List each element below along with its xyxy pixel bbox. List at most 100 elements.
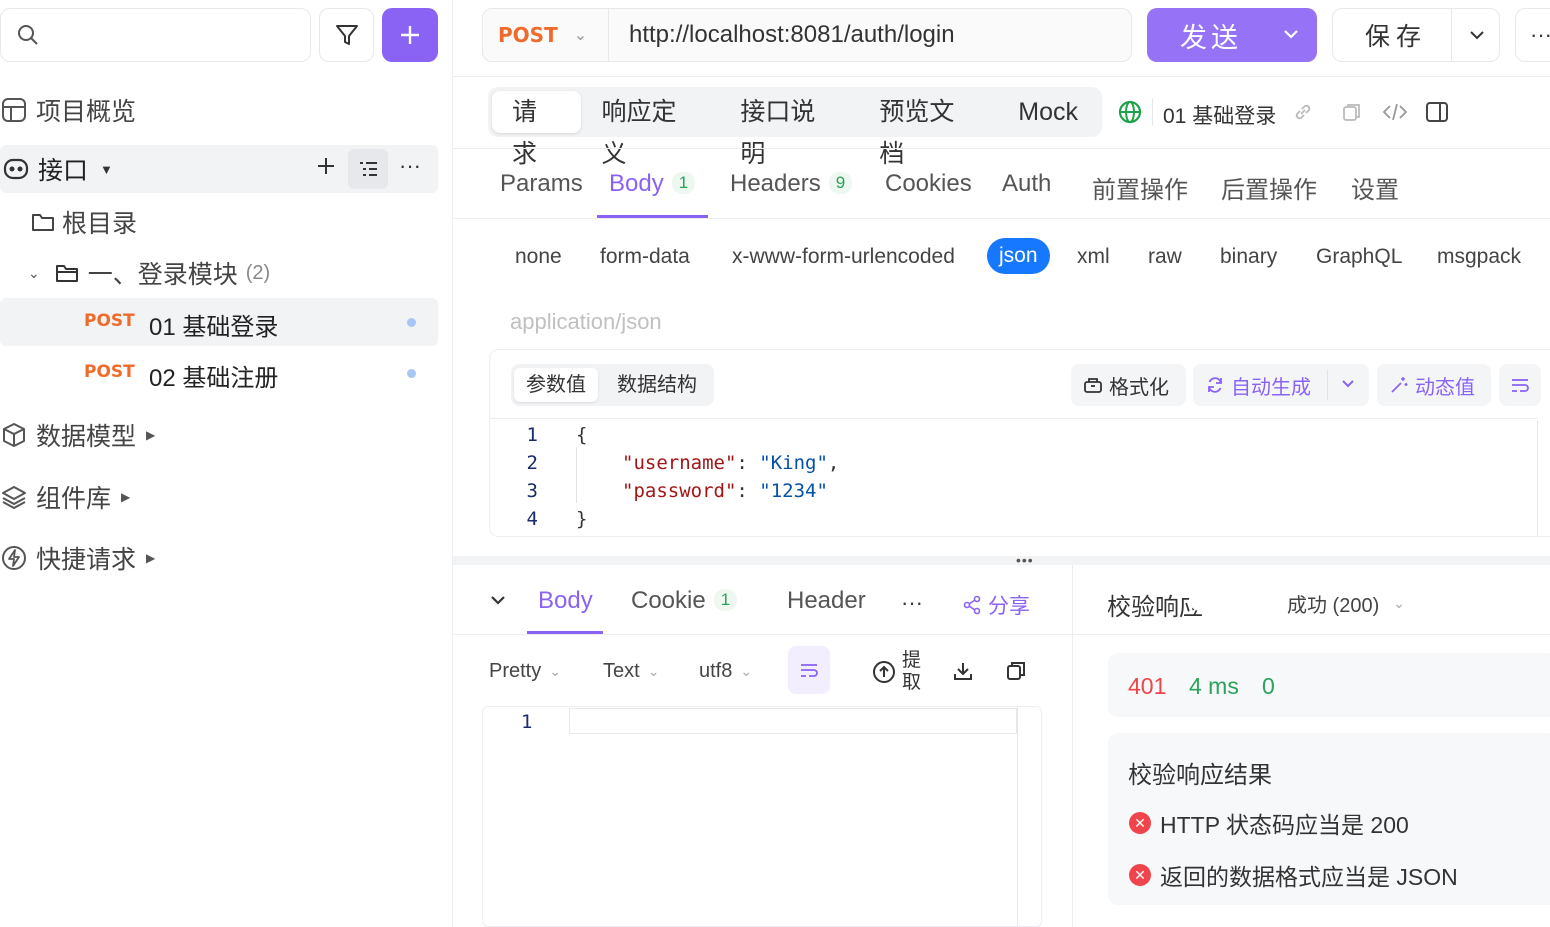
upload-circle-icon (872, 660, 896, 684)
copy-icon[interactable] (1341, 101, 1363, 123)
response-body-editor[interactable]: 1 (482, 706, 1042, 927)
body-type-xml[interactable]: xml (1077, 245, 1110, 269)
autogen-button[interactable]: 自动生成 (1193, 364, 1369, 406)
add-button[interactable] (382, 8, 438, 62)
nav-components[interactable]: 组件库 ▶ (0, 477, 130, 517)
drag-handle-icon[interactable]: ••• (1016, 552, 1034, 568)
tree-folder-label: 一、登录模块 (87, 261, 238, 289)
body-type-raw[interactable]: raw (1148, 245, 1182, 269)
tab-headers-count: 9 (828, 172, 853, 194)
pretty-label: Pretty (489, 660, 542, 682)
pretty-select[interactable]: Pretty ⌄ (489, 660, 561, 683)
code-icon[interactable] (1382, 101, 1408, 123)
chevron-down-icon: ⌄ (549, 663, 561, 679)
seg-values[interactable]: 参数值 (514, 368, 598, 402)
line-number: 1 (526, 424, 538, 446)
body-type-graphql[interactable]: GraphQL (1316, 245, 1402, 269)
share-button[interactable]: 分享 (962, 590, 1030, 620)
body-type-binary[interactable]: binary (1220, 245, 1277, 269)
tab-settings[interactable]: 设置 (1351, 170, 1399, 205)
download-icon[interactable] (952, 660, 974, 682)
text-select[interactable]: Text ⌄ (603, 660, 659, 683)
tab-cookies[interactable]: Cookies (885, 170, 972, 198)
save-button[interactable]: 保存 (1332, 8, 1500, 62)
endpoint-item[interactable]: POST 02 基础注册 (0, 349, 438, 397)
editor-scrollbar[interactable] (1017, 707, 1018, 926)
tree-list-icon[interactable] (348, 149, 388, 189)
error-icon: ✕ (1129, 812, 1151, 834)
chevron-down-icon[interactable] (1338, 374, 1358, 394)
resp-tab-cookie-label: Cookie (631, 587, 706, 614)
divider (453, 218, 1550, 219)
filter-button[interactable] (319, 8, 374, 62)
editor-scrollbar[interactable] (1537, 420, 1538, 536)
send-button[interactable]: 发送 (1147, 8, 1317, 62)
wrap-button[interactable] (1499, 364, 1541, 406)
extract-button[interactable]: 提取 (872, 650, 922, 694)
tab-headers[interactable]: Headers 9 (730, 170, 853, 198)
share-icon (962, 595, 982, 615)
overview-icon (0, 96, 28, 124)
resp-tab-cookie[interactable]: Cookie 1 (631, 587, 738, 615)
tab-mock[interactable]: Mock (998, 91, 1098, 133)
status-select[interactable]: 成功 (200) ⌄ (1287, 589, 1405, 618)
body-type-json[interactable]: json (987, 238, 1050, 274)
body-type-none[interactable]: none (515, 245, 562, 269)
tab-post-ops[interactable]: 后置操作 (1221, 170, 1317, 205)
divider (453, 634, 1072, 635)
nav-quick-requests[interactable]: 快捷请求 ▶ (0, 538, 155, 578)
dynamic-value-button[interactable]: 动态值 (1377, 364, 1491, 406)
tab-response-def[interactable]: 响应定义 (581, 91, 720, 168)
caret-right-icon: ▶ (146, 551, 156, 565)
nav-interfaces-label: 接口 (38, 157, 89, 185)
nav-quick-requests-label: 快捷请求 (36, 546, 137, 574)
tab-request[interactable]: 请求 (492, 91, 582, 168)
response-time: 4 ms (1189, 673, 1239, 699)
tab-body[interactable]: Body 1 (609, 170, 696, 198)
json-tail: , (827, 452, 840, 474)
nav-interfaces[interactable]: 接口 ▼ ··· (0, 145, 438, 193)
sidebar: 项目概览 接口 ▼ ··· 根目录 ⌄ 一、登录模块 (2) POST 01 基… (0, 0, 453, 927)
collapse-chevron-icon[interactable] (488, 590, 508, 610)
resp-tab-body[interactable]: Body (538, 587, 593, 615)
nav-overview-label: 项目概览 (36, 98, 137, 126)
tab-preview-doc[interactable]: 预览文档 (859, 91, 998, 168)
validation-result-card: 校验响应结果 ✕ HTTP 状态码应当是 200 ✕ 返回的数据格式应当是 JS… (1108, 733, 1550, 905)
add-interface-icon[interactable] (315, 155, 337, 177)
tab-params[interactable]: Params (500, 170, 583, 198)
chevron-down-icon[interactable] (1466, 24, 1488, 46)
more-actions-button[interactable]: ··· (1515, 8, 1550, 62)
body-type-form-data[interactable]: form-data (600, 245, 690, 269)
tree-folder[interactable]: ⌄ 一、登录模块 (2) (28, 254, 270, 292)
method-select[interactable]: POST ⌄ (483, 9, 609, 61)
tab-auth[interactable]: Auth (1002, 170, 1051, 198)
endpoint-item[interactable]: POST 01 基础登录 (0, 298, 438, 346)
link-icon[interactable] (1292, 101, 1314, 123)
format-button[interactable]: 格式化 (1071, 364, 1186, 406)
search-input[interactable] (0, 8, 311, 62)
nav-data-models[interactable]: 数据模型 ▶ (0, 415, 155, 455)
panel-toggle-icon[interactable] (1425, 100, 1449, 124)
tab-api-doc[interactable]: 接口说明 (720, 91, 859, 168)
tab-pre-ops[interactable]: 前置操作 (1092, 170, 1188, 205)
caret-right-icon: ▶ (121, 490, 131, 504)
encoding-select[interactable]: utf8 ⌄ (699, 660, 752, 683)
panel-splitter[interactable] (453, 556, 1550, 565)
url-input[interactable]: http://localhost:8081/auth/login (629, 21, 955, 49)
more-icon[interactable]: ··· (399, 153, 421, 179)
body-type-urlencoded[interactable]: x-www-form-urlencoded (732, 245, 955, 269)
globe-icon[interactable] (1118, 100, 1142, 124)
body-type-msgpack[interactable]: msgpack (1437, 245, 1521, 269)
validation-error: ✕ 返回的数据格式应当是 JSON (1129, 858, 1458, 892)
share-label: 分享 (988, 595, 1030, 618)
wrap-button[interactable] (788, 646, 830, 694)
copy-icon[interactable] (1005, 660, 1027, 682)
seg-schema[interactable]: 数据结构 (605, 368, 709, 402)
validation-result-title: 校验响应结果 (1128, 762, 1272, 789)
tree-root[interactable]: 根目录 (30, 203, 137, 241)
resp-tab-header[interactable]: Header (787, 587, 866, 615)
nav-overview[interactable]: 项目概览 (0, 90, 136, 130)
chevron-down-icon[interactable] (1280, 23, 1302, 45)
method-tag: POST (84, 362, 135, 382)
more-icon[interactable]: ··· (901, 590, 923, 616)
